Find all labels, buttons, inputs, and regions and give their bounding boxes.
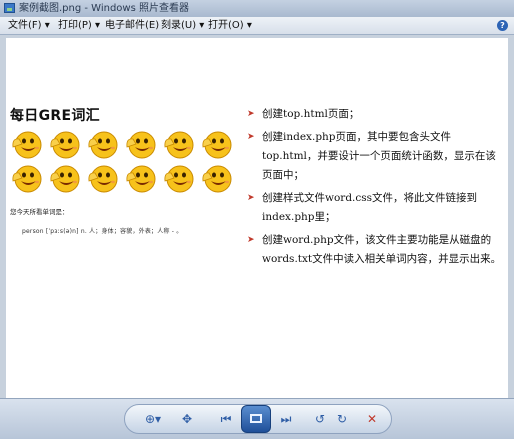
task-item-text: 创建样式文件word.css文件，将此文件链接到index.php里； [262,192,478,223]
task-item-text: 创建top.html页面； [262,108,360,120]
viewer-toolbar: ⊕▾ ✥ ⏮ ⏭ ↺ ↻ ✕ [0,398,514,439]
word-prompt: 您今天所看单词是： [10,208,69,216]
rotate-ccw-icon[interactable]: ↺ [312,409,328,429]
smiley-face-icon [164,165,194,193]
smiley-face-icon [202,165,232,193]
menu-file[interactable]: 文件(F) ▾ [8,18,50,33]
menu-email[interactable]: 电子邮件(E) [105,18,159,33]
page-heading: 每日GRE词汇 [10,108,100,124]
rotate-cw-icon[interactable]: ↻ [334,409,350,429]
smiley-face-icon [50,165,80,193]
smiley-face-icon [126,165,156,193]
bullet-arrow-icon: ➤ [247,235,255,245]
fit-window-icon[interactable]: ✥ [178,409,196,429]
photo-viewer-icon [4,3,15,13]
smiley-face-icon [12,165,42,193]
window-title: 案例截图.png - Windows 照片查看器 [19,3,189,14]
slideshow-button[interactable] [241,405,271,433]
menu-open[interactable]: 打开(O) ▾ [208,18,252,33]
smiley-face-icon [88,165,118,193]
help-icon[interactable]: ? [497,20,508,31]
task-item: ➤ 创建index.php页面，其中要包含头文件top.html，并要设计一个页面… [244,128,506,185]
smiley-face-icon [126,131,156,159]
task-item: ➤ 创建word.php文件，该文件主要功能是从磁盘的words.txt文件中读入… [244,231,506,269]
menu-burn[interactable]: 刻录(U) ▾ [161,18,204,33]
smiley-face-icon [88,131,118,159]
delete-icon[interactable]: ✕ [364,409,380,429]
photo-viewer-window: 案例截图.png - Windows 照片查看器 文件(F) ▾ 打印(P) ▾… [0,0,514,439]
bullet-arrow-icon: ➤ [247,193,255,203]
smiley-face-icon [164,131,194,159]
smiley-face-icon [202,131,232,159]
zoom-icon[interactable]: ⊕▾ [142,409,164,429]
next-icon[interactable]: ⏭ [276,409,296,429]
bullet-arrow-icon: ➤ [247,132,255,142]
task-item-text: 创建index.php页面，其中要包含头文件top.html，并要设计一个页面统… [262,131,496,181]
bullet-arrow-icon: ➤ [247,109,255,119]
smiley-grid [10,130,244,200]
slideshow-icon [250,414,262,423]
task-list: ➤ 创建top.html页面； ➤ 创建index.php页面，其中要包含头文件top… [244,105,506,273]
word-definition: person [ˈpɜːs(ə)n] n. 人；身体；容貌，外表；人称 - 。 [22,228,183,235]
task-item: ➤ 创建样式文件word.css文件，将此文件链接到index.php里； [244,189,506,227]
title-bar[interactable]: 案例截图.png - Windows 照片查看器 [0,0,514,18]
menu-print[interactable]: 打印(P) ▾ [58,18,100,33]
menu-bar: 文件(F) ▾ 打印(P) ▾ 电子邮件(E) 刻录(U) ▾ 打开(O) ▾ … [0,17,514,35]
task-item-text: 创建word.php文件，该文件主要功能是从磁盘的words.txt文件中读入相… [262,234,502,265]
smiley-face-icon [50,131,80,159]
task-item: ➤ 创建top.html页面； [244,105,506,124]
smiley-face-icon [12,131,42,159]
previous-icon[interactable]: ⏮ [216,409,236,429]
